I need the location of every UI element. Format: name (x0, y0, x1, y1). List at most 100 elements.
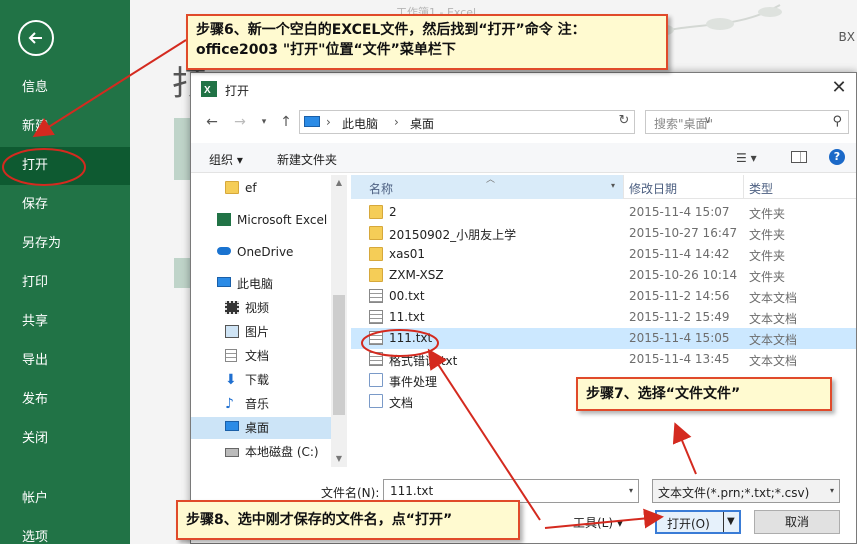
nav-item-new[interactable]: 新建 (0, 108, 130, 146)
file-date: 2015-10-27 16:47 (629, 226, 738, 240)
file-name: ZXM-XSZ (389, 268, 444, 282)
nav-item-account[interactable]: 帐户 (0, 480, 130, 518)
dialog-title-bar[interactable]: X 打开 ✕ (191, 73, 856, 105)
nav-item-open[interactable]: 打开 (0, 147, 130, 185)
document-icon (225, 349, 237, 362)
tree-item-onedrive[interactable]: OneDrive (191, 241, 331, 263)
file-name: 111.txt (389, 331, 433, 345)
tree-item-videos[interactable]: 视频 (191, 297, 331, 319)
tree-item-music[interactable]: ♪ 音乐 (191, 393, 331, 415)
nav-item-export[interactable]: 导出 (0, 342, 130, 380)
scroll-up-icon[interactable]: ▲ (331, 175, 347, 191)
file-date: 2015-11-4 15:05 (629, 331, 730, 345)
file-row[interactable]: 格式错误.txt 2015-11-4 13:45 文本文档 (351, 349, 856, 370)
recent-locations-icon[interactable]: ▾ (255, 113, 273, 131)
cancel-button[interactable]: 取消 (754, 510, 840, 534)
file-row[interactable]: 00.txt 2015-11-2 14:56 文本文档 (351, 286, 856, 307)
file-name: 00.txt (389, 289, 425, 303)
back-button[interactable] (18, 20, 54, 56)
nav-item-options[interactable]: 选项 (0, 519, 130, 544)
chevron-down-icon[interactable]: ▾ (611, 181, 615, 190)
breadcrumb-desktop[interactable]: 桌面 (410, 115, 434, 132)
file-row[interactable]: 11.txt 2015-11-2 15:49 文本文档 (351, 307, 856, 328)
file-row[interactable]: 20150902_小朋友上学 2015-10-27 16:47 文件夹 (351, 223, 856, 244)
column-header-row: 名称 ︿ ▾ 修改日期 类型 (351, 175, 856, 199)
tree-item-desktop[interactable]: 桌面 (191, 417, 331, 439)
close-icon[interactable]: ✕ (828, 78, 850, 100)
back-arrow-icon (28, 32, 42, 44)
tree-item-ef[interactable]: ef (191, 177, 331, 199)
dialog-title: 打开 (225, 84, 250, 98)
column-header-modified[interactable]: 修改日期 (629, 180, 677, 197)
column-divider[interactable] (743, 175, 744, 199)
file-type-select[interactable]: 文本文件(*.prn;*.txt;*.csv) ▾ (652, 479, 840, 503)
file-date: 2015-11-4 13:45 (629, 352, 730, 366)
tree-item-label: 文档 (245, 349, 270, 363)
filename-value: 111.txt (390, 484, 434, 498)
backstage-nav: 信息 新建 打开 保存 另存为 打印 共享 导出 发布 关闭 帐户 选项 (0, 0, 130, 544)
file-date: 2015-11-4 15:07 (629, 205, 730, 219)
column-divider[interactable] (623, 175, 624, 199)
filename-label: 文件名(N): (321, 486, 380, 500)
tree-item-label: 桌面 (245, 421, 270, 435)
file-name: 文档 (389, 396, 414, 410)
nav-item-share[interactable]: 共享 (0, 303, 130, 341)
chevron-right-icon[interactable]: › (326, 115, 331, 129)
computer-icon (217, 277, 231, 287)
nav-item-info[interactable]: 信息 (0, 69, 130, 107)
column-header-name[interactable]: 名称 ︿ ▾ (351, 175, 623, 199)
chevron-down-icon[interactable]: ▾ (629, 486, 633, 495)
tree-item-downloads[interactable]: ⬇ 下载 (191, 369, 331, 391)
callout-step6: 步骤6、新一个空白的EXCEL文件，然后找到“打开”命令 注：office200… (186, 14, 668, 70)
preview-pane-icon[interactable] (791, 151, 807, 163)
tree-item-label: ef (245, 181, 257, 195)
new-folder-button[interactable]: 新建文件夹 (277, 151, 337, 168)
tree-item-pictures[interactable]: 图片 (191, 321, 331, 343)
tools-button[interactable]: 工具(L) ▾ (573, 514, 623, 531)
back-arrow-icon[interactable]: ← (203, 113, 221, 131)
help-icon[interactable]: ? (829, 149, 845, 165)
callout-step7: 步骤7、选择“文件文件” (576, 377, 832, 411)
file-date: 2015-11-4 14:42 (629, 247, 730, 261)
file-row[interactable]: xas01 2015-11-4 14:42 文件夹 (351, 244, 856, 265)
chevron-down-icon[interactable]: ▼ (727, 516, 735, 527)
nav-item-close[interactable]: 关闭 (0, 420, 130, 458)
nav-item-save[interactable]: 保存 (0, 186, 130, 224)
scroll-down-icon[interactable]: ▼ (331, 451, 347, 467)
forward-arrow-icon[interactable]: → (231, 113, 249, 131)
music-icon: ♪ (225, 396, 234, 412)
shortcut-icon (369, 394, 383, 408)
nav-item-save-as[interactable]: 另存为 (0, 225, 130, 263)
nav-item-print[interactable]: 打印 (0, 264, 130, 302)
tree-item-this-pc[interactable]: 此电脑 (191, 273, 331, 295)
nav-pane-scroll-thumb[interactable] (333, 295, 345, 415)
text-file-icon (369, 310, 383, 324)
text-file-icon (369, 289, 383, 303)
view-options-icon[interactable]: ☰ ▾ (736, 151, 757, 165)
tree-item-microsoft-excel[interactable]: Microsoft Excel (191, 209, 331, 231)
chevron-down-icon[interactable]: ▾ (830, 486, 834, 495)
file-row[interactable]: 111.txt 2015-11-4 15:05 文本文档 (351, 328, 856, 349)
open-button[interactable]: 打开(O) ▼ (655, 510, 741, 534)
organize-button[interactable]: 组织 ▾ (209, 151, 243, 168)
video-icon (225, 301, 239, 314)
file-name: 2 (389, 205, 397, 219)
nav-item-publish[interactable]: 发布 (0, 381, 130, 419)
breadcrumb-this-pc[interactable]: 此电脑 (342, 115, 378, 132)
file-row[interactable]: ZXM-XSZ 2015-10-26 10:14 文件夹 (351, 265, 856, 286)
tree-item-label: Microsoft Excel (237, 213, 328, 227)
search-icon[interactable]: ⚲ (832, 114, 842, 129)
file-row[interactable]: 2 2015-11-4 15:07 文件夹 (351, 202, 856, 223)
up-arrow-icon[interactable]: ↑ (277, 113, 295, 131)
tree-item-local-disk-c[interactable]: 本地磁盘 (C:) (191, 441, 331, 463)
tree-item-documents[interactable]: 文档 (191, 345, 331, 367)
column-header-type[interactable]: 类型 (749, 180, 773, 197)
search-placeholder: 搜索"桌面" (654, 117, 714, 131)
user-initials[interactable]: BX (839, 30, 855, 44)
refresh-icon[interactable]: ↻ (615, 112, 633, 130)
chevron-right-icon[interactable]: › (394, 115, 399, 129)
search-input[interactable]: 搜索"桌面" ⚲ (645, 110, 849, 134)
file-type: 文件夹 (749, 207, 786, 221)
file-type: 文件夹 (749, 270, 786, 284)
address-bar[interactable]: › 此电脑 › 桌面 ∨ (299, 110, 711, 134)
